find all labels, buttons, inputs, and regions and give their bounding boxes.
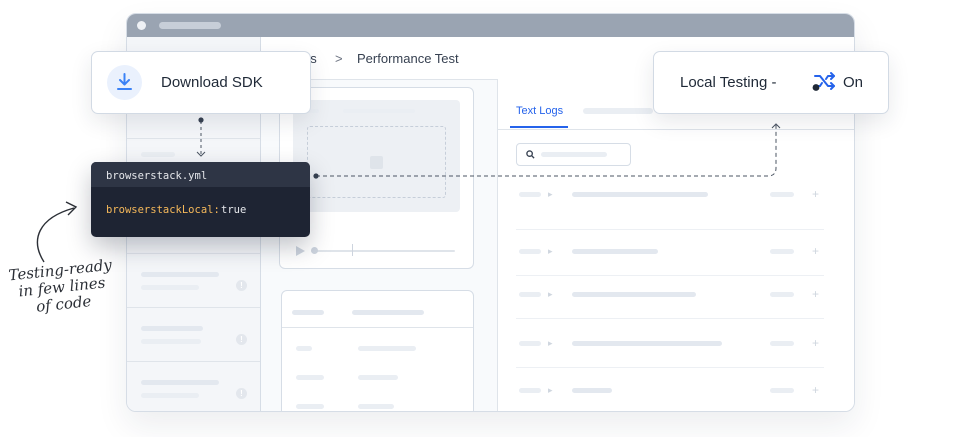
download-icon <box>117 73 132 90</box>
local-testing-state[interactable]: On <box>843 74 863 91</box>
local-testing-label: Local Testing - <box>680 74 777 91</box>
local-testing-card: Local Testing - On <box>653 51 889 114</box>
shuffle-icon[interactable] <box>812 70 838 92</box>
code-key: browserstackLocal: <box>106 204 220 216</box>
code-snippet: browserstack.yml browserstackLocal: true <box>91 162 310 237</box>
code-filename: browserstack.yml <box>106 170 208 182</box>
code-value: true <box>221 204 247 216</box>
download-icon-badge <box>107 65 142 100</box>
code-file-header: browserstack.yml <box>91 162 310 187</box>
download-sdk-card[interactable]: Download SDK <box>91 51 311 114</box>
download-sdk-label: Download SDK <box>161 74 263 91</box>
